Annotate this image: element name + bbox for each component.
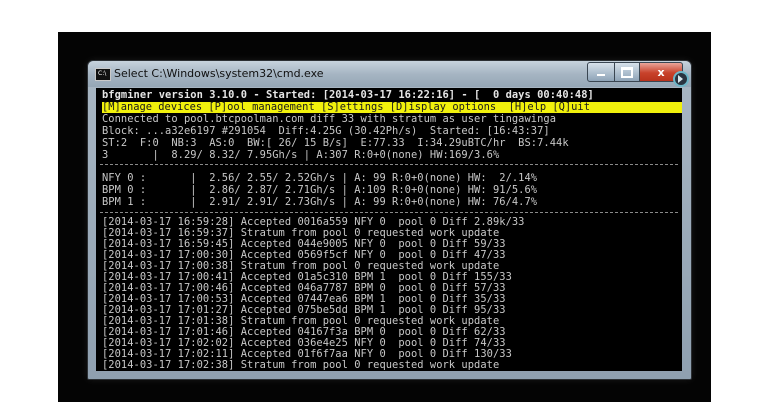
- maximize-icon: [621, 66, 633, 78]
- cmd-icon[interactable]: C:\: [95, 68, 111, 81]
- scroll-indicator[interactable]: [673, 71, 689, 87]
- connection-line: Connected to pool.btcpoolman.com diff 33…: [102, 113, 557, 125]
- cmd-window[interactable]: C:\ Select C:\Windows\system32\cmd.exe x…: [87, 60, 692, 380]
- device-row: BPM 1 : | 2.91/ 2.91/ 2.73Gh/s | A: 99 R…: [102, 196, 538, 208]
- device-row: BPM 0 : | 2.86/ 2.87/ 2.71Gh/s | A:109 R…: [102, 184, 538, 196]
- cmd-icon-label: C:\: [98, 70, 107, 77]
- maximize-button[interactable]: [615, 62, 640, 82]
- window-title: Select C:\Windows\system32\cmd.exe: [114, 67, 324, 80]
- play-icon: [678, 75, 683, 83]
- divider: [100, 212, 678, 213]
- device-row: NFY 0 : | 2.56/ 2.55/ 2.52Gh/s | A: 99 R…: [102, 172, 538, 184]
- block-line: Block: ...a32e6197 #291054 Diff:4.25G (3…: [102, 125, 550, 137]
- window-controls: x: [587, 62, 683, 82]
- minimize-icon: [597, 74, 605, 76]
- version-line: bfgminer version 3.10.0 - Started: [2014…: [102, 89, 594, 101]
- log-line: [2014-03-17 17:02:38] Stratum from pool …: [102, 359, 500, 371]
- title-bar[interactable]: C:\ Select C:\Windows\system32\cmd.exe x: [88, 61, 691, 87]
- close-icon: x: [657, 65, 665, 79]
- totals-line: 3 | 8.29/ 8.32/ 7.95Gh/s | A:307 R:0+0(n…: [102, 149, 500, 161]
- divider: [100, 164, 678, 165]
- console-menu[interactable]: [M]anage devices [P]ool management [S]et…: [102, 101, 590, 113]
- stats-line: ST:2 F:0 NB:3 AS:0 BW:[ 26/ 15 B/s] E:77…: [102, 137, 569, 149]
- console-area[interactable]: bfgminer version 3.10.0 - Started: [2014…: [96, 88, 682, 371]
- minimize-button[interactable]: [587, 62, 615, 82]
